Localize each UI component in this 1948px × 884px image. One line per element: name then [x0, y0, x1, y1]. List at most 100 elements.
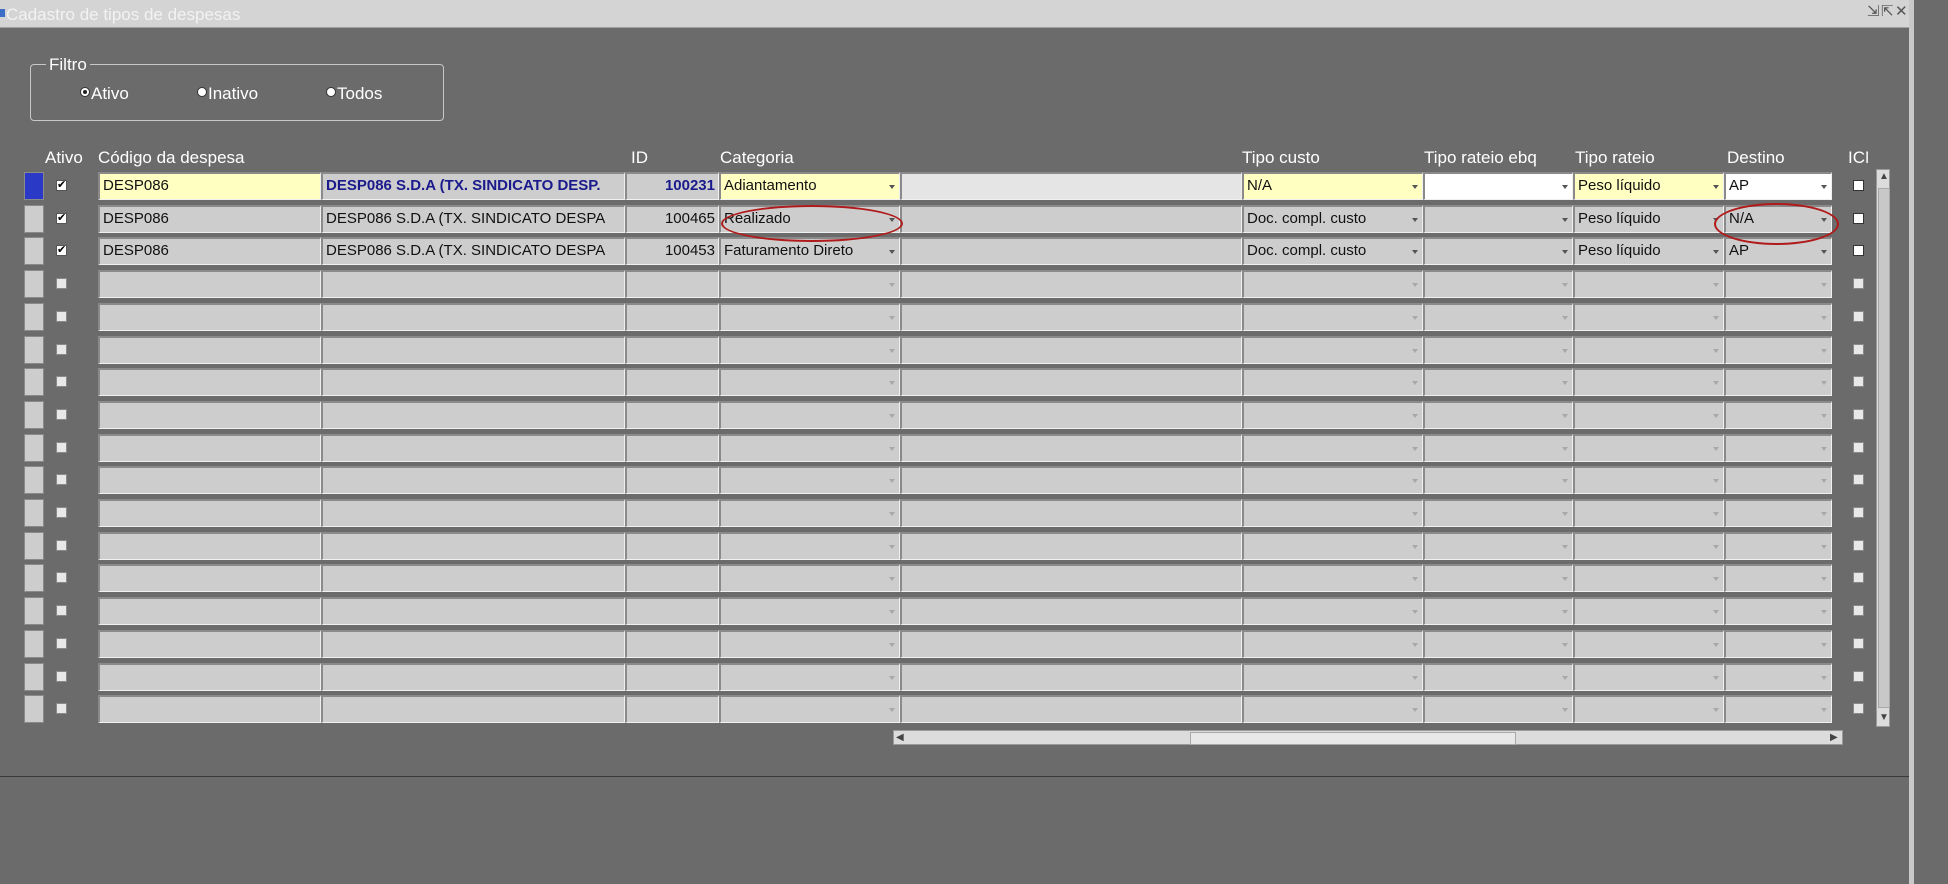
- tipo-custo-cell[interactable]: [1242, 303, 1423, 331]
- id-cell[interactable]: [625, 597, 719, 625]
- tipo-custo-cell[interactable]: [1242, 368, 1423, 396]
- codigo-cell[interactable]: DESP086: [98, 172, 321, 200]
- id-cell[interactable]: [625, 336, 719, 364]
- categoria-cell[interactable]: Adiantamento: [719, 172, 900, 200]
- tipo-rateio-ebq-cell[interactable]: [1423, 695, 1573, 723]
- codigo-cell[interactable]: DESP086: [98, 205, 321, 233]
- destino-cell[interactable]: [1724, 368, 1832, 396]
- destino-cell[interactable]: [1724, 466, 1832, 494]
- categoria-cell[interactable]: [719, 663, 900, 691]
- categoria-cell[interactable]: [719, 401, 900, 429]
- id-cell[interactable]: [625, 663, 719, 691]
- id-cell[interactable]: [625, 368, 719, 396]
- descricao-cell[interactable]: [321, 466, 625, 494]
- icm-checkbox[interactable]: [1853, 278, 1864, 289]
- descricao-cell[interactable]: [321, 499, 625, 527]
- icm-checkbox[interactable]: [1853, 507, 1864, 518]
- id-cell[interactable]: [625, 532, 719, 560]
- scroll-left-icon[interactable]: ◀: [896, 732, 904, 744]
- descricao-cell[interactable]: DESP086 S.D.A (TX. SINDICATO DESPA: [321, 237, 625, 265]
- icm-checkbox[interactable]: [1853, 703, 1864, 714]
- codigo-cell[interactable]: [98, 499, 321, 527]
- row-indicator[interactable]: [24, 532, 44, 560]
- codigo-cell[interactable]: [98, 695, 321, 723]
- ativo-checkbox[interactable]: [56, 507, 67, 518]
- row-indicator[interactable]: [24, 336, 44, 364]
- tipo-custo-cell[interactable]: Doc. compl. custo: [1242, 237, 1423, 265]
- descricao-cell[interactable]: [321, 630, 625, 658]
- tipo-rateio-ebq-cell[interactable]: [1423, 303, 1573, 331]
- ativo-checkbox[interactable]: [56, 638, 67, 649]
- tipo-rateio-cell[interactable]: [1573, 695, 1724, 723]
- descricao-cell[interactable]: [321, 532, 625, 560]
- tipo-rateio-cell[interactable]: Peso líquido: [1573, 172, 1724, 200]
- radio-inativo[interactable]: Inativo: [197, 84, 258, 104]
- horizontal-scroll-thumb[interactable]: [1190, 732, 1516, 745]
- destino-cell[interactable]: [1724, 499, 1832, 527]
- tipo-rateio-cell[interactable]: [1573, 663, 1724, 691]
- ativo-checkbox[interactable]: [56, 671, 67, 682]
- tipo-custo-cell[interactable]: [1242, 499, 1423, 527]
- categoria-cell[interactable]: [719, 499, 900, 527]
- tipo-rateio-cell[interactable]: Peso líquido: [1573, 205, 1724, 233]
- tipo-rateio-ebq-cell[interactable]: [1423, 270, 1573, 298]
- scroll-right-icon[interactable]: ▶: [1830, 732, 1838, 744]
- tipo-custo-cell[interactable]: [1242, 466, 1423, 494]
- tipo-rateio-cell[interactable]: [1573, 532, 1724, 560]
- tipo-rateio-ebq-cell[interactable]: [1423, 401, 1573, 429]
- tipo-custo-cell[interactable]: [1242, 695, 1423, 723]
- icm-checkbox[interactable]: [1853, 474, 1864, 485]
- row-indicator[interactable]: [24, 172, 44, 200]
- icm-checkbox[interactable]: [1853, 671, 1864, 682]
- categoria-cell[interactable]: [719, 270, 900, 298]
- categoria-cell[interactable]: [719, 303, 900, 331]
- tipo-rateio-ebq-cell[interactable]: [1423, 368, 1573, 396]
- row-indicator[interactable]: [24, 597, 44, 625]
- descricao-cell[interactable]: [321, 368, 625, 396]
- tipo-rateio-ebq-cell[interactable]: [1423, 466, 1573, 494]
- tipo-rateio-ebq-cell[interactable]: [1423, 499, 1573, 527]
- ativo-checkbox[interactable]: [56, 703, 67, 714]
- tipo-custo-cell[interactable]: [1242, 336, 1423, 364]
- codigo-cell[interactable]: [98, 434, 321, 462]
- categoria-cell[interactable]: [719, 466, 900, 494]
- categoria-cell[interactable]: [719, 532, 900, 560]
- row-indicator[interactable]: [24, 368, 44, 396]
- ativo-checkbox[interactable]: [56, 605, 67, 616]
- tipo-rateio-cell[interactable]: [1573, 336, 1724, 364]
- icm-checkbox[interactable]: [1853, 376, 1864, 387]
- tipo-rateio-cell[interactable]: [1573, 270, 1724, 298]
- vertical-scrollbar[interactable]: ▲ ▼: [1876, 169, 1890, 727]
- ativo-checkbox[interactable]: [56, 474, 67, 485]
- id-cell[interactable]: [625, 303, 719, 331]
- tipo-custo-cell[interactable]: [1242, 401, 1423, 429]
- tipo-rateio-cell[interactable]: [1573, 303, 1724, 331]
- tipo-rateio-ebq-cell[interactable]: [1423, 564, 1573, 592]
- row-indicator[interactable]: [24, 401, 44, 429]
- tipo-rateio-ebq-cell[interactable]: [1423, 205, 1573, 233]
- id-cell[interactable]: 100453: [625, 237, 719, 265]
- row-indicator[interactable]: [24, 270, 44, 298]
- categoria-cell[interactable]: [719, 336, 900, 364]
- radio-todos[interactable]: Todos: [326, 84, 382, 104]
- row-indicator[interactable]: [24, 695, 44, 723]
- descricao-cell[interactable]: [321, 270, 625, 298]
- destino-cell[interactable]: [1724, 336, 1832, 364]
- tipo-custo-cell[interactable]: [1242, 663, 1423, 691]
- categoria-cell[interactable]: [719, 597, 900, 625]
- ativo-checkbox[interactable]: [56, 376, 67, 387]
- radio-ativo[interactable]: Ativo: [80, 84, 129, 104]
- ativo-checkbox[interactable]: [56, 572, 67, 583]
- tipo-rateio-ebq-cell[interactable]: [1423, 172, 1573, 200]
- codigo-cell[interactable]: DESP086: [98, 237, 321, 265]
- vertical-scroll-thumb[interactable]: [1878, 188, 1890, 708]
- radio-ativo-dot[interactable]: [80, 87, 90, 97]
- tipo-custo-cell[interactable]: [1242, 270, 1423, 298]
- destino-cell[interactable]: [1724, 663, 1832, 691]
- id-cell[interactable]: [625, 270, 719, 298]
- destino-cell[interactable]: [1724, 303, 1832, 331]
- codigo-cell[interactable]: [98, 630, 321, 658]
- descricao-cell[interactable]: DESP086 S.D.A (TX. SINDICATO DESP.: [321, 172, 625, 200]
- id-cell[interactable]: [625, 564, 719, 592]
- tipo-rateio-cell[interactable]: [1573, 630, 1724, 658]
